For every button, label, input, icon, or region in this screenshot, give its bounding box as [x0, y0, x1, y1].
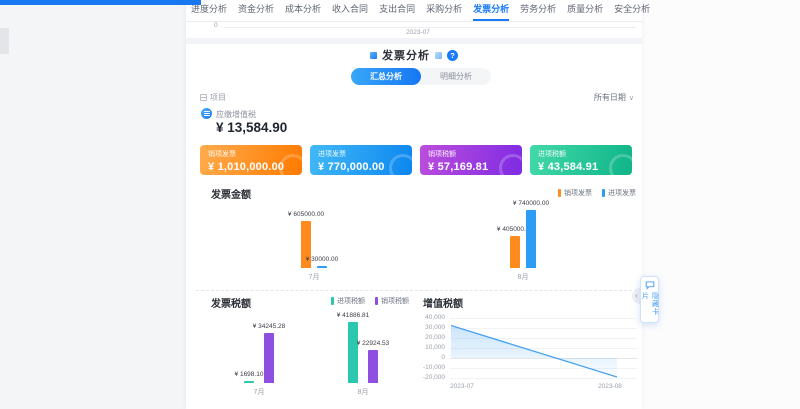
- page: 进度分析资金分析成本分析收入合同支出合同采购分析发票分析劳务分析质量分析安全分析…: [0, 0, 800, 409]
- legend-swatch: [558, 189, 561, 197]
- right-background: [642, 0, 800, 409]
- bar-value-label: ¥ 740000.00: [501, 200, 561, 207]
- bar-8月-销项税额: [368, 350, 378, 383]
- upper-chart-x-tick: 2023-07: [390, 29, 446, 36]
- legend-swatch: [602, 189, 605, 197]
- chat-bubble-icon: [645, 281, 655, 290]
- y-axis-tick-label: 40,000: [415, 314, 445, 321]
- vat-metric-icon: [201, 108, 212, 119]
- axis-tick-label: 7月: [239, 387, 279, 397]
- vat-area-chart: [449, 310, 619, 390]
- kpi-card-4: 进项税额 ¥ 43,584.91: [530, 145, 632, 175]
- kpi-card-2: 进项发票 ¥ 770,000.00: [310, 145, 412, 175]
- nav-tab-6[interactable]: 采购分析: [426, 0, 462, 21]
- page-title: 发票分析: [382, 47, 430, 63]
- legend-item[interactable]: 进项发票: [602, 188, 636, 198]
- y-axis-tick-label: -20,000: [415, 374, 445, 381]
- title-decor-icon: [370, 52, 377, 59]
- main-panel: 进度分析资金分析成本分析收入合同支出合同采购分析发票分析劳务分析质量分析安全分析…: [186, 0, 642, 409]
- legend-swatch: [375, 297, 378, 305]
- title-decor-icon: [435, 52, 442, 59]
- kpi-card-1: 销项发票 ¥ 1,010,000.00: [200, 145, 302, 175]
- kpi-cards: 销项发票 ¥ 1,010,000.00 进项发票 ¥ 770,000.00 销项税额 ¥ …: [186, 145, 642, 175]
- title-row: 发票分析 ?: [186, 48, 642, 62]
- floating-card-widget[interactable]: 隐藏卡片: [640, 276, 659, 323]
- y-axis-tick-label: 30,000: [415, 324, 445, 331]
- bar-8月-进项税额: [348, 322, 358, 383]
- bar-7月-进项发票: [317, 266, 327, 268]
- legend-label: 销项发票: [564, 188, 592, 198]
- nav-tab-7[interactable]: 发票分析: [473, 0, 509, 21]
- chart-title-vat: 增值税额: [423, 295, 463, 310]
- legend-invoice-amount: 销项发票 进项发票: [558, 188, 636, 198]
- legend-swatch: [331, 297, 334, 305]
- nav-tab-8[interactable]: 劳务分析: [520, 0, 556, 21]
- project-icon: [200, 94, 207, 101]
- y-axis-tick-label: 0: [415, 354, 445, 361]
- bar-value-label: ¥ 34245.28: [239, 323, 299, 330]
- legend-label: 进项发票: [608, 188, 636, 198]
- project-filter-label: 项目: [210, 92, 226, 103]
- bar-8月-进项发票: [526, 210, 536, 268]
- bar-value-label: ¥ 405000.00: [485, 226, 545, 233]
- nav-tab-5[interactable]: 支出合同: [379, 0, 415, 21]
- bar-value-label: ¥ 30000.00: [292, 256, 352, 263]
- project-filter[interactable]: 项目: [200, 92, 226, 103]
- nav-tab-3[interactable]: 成本分析: [285, 0, 321, 21]
- nav-tab-10[interactable]: 安全分析: [614, 0, 650, 21]
- kpi-card-label: 销项税额: [428, 149, 514, 159]
- date-filter-label: 所有日期: [594, 92, 626, 103]
- vat-metric-label: 应缴增值税: [216, 109, 256, 120]
- legend-item[interactable]: 销项发票: [558, 188, 592, 198]
- kpi-card-value: ¥ 1,010,000.00: [208, 161, 294, 173]
- y-axis-tick-label: 20,000: [415, 334, 445, 341]
- legend-label: 销项税额: [381, 296, 409, 306]
- nav-tab-2[interactable]: 资金分析: [238, 0, 274, 21]
- legend-item[interactable]: 进项税额: [331, 296, 365, 306]
- kpi-card-value: ¥ 770,000.00: [318, 161, 404, 173]
- legend-item[interactable]: 销项税额: [375, 296, 409, 306]
- section-divider-band: [186, 38, 642, 44]
- chart-title-invoice-tax: 发票税额: [211, 295, 251, 310]
- dashed-divider: [196, 290, 632, 291]
- upper-chart-zero-tick: 0: [214, 22, 218, 29]
- legend-invoice-tax: 进项税额 销项税额: [331, 296, 409, 306]
- bar-8月-销项发票: [510, 236, 520, 268]
- nav-tab-4[interactable]: 收入合同: [332, 0, 368, 21]
- help-icon[interactable]: ?: [447, 50, 458, 61]
- legend-label: 进项税额: [337, 296, 365, 306]
- y-axis-tick-label: -10,000: [415, 364, 445, 371]
- upper-chart-gridline: [224, 27, 636, 28]
- kpi-card-3: 销项税额 ¥ 57,169.81: [420, 145, 522, 175]
- view-tab-summary[interactable]: 汇总分析: [351, 68, 421, 85]
- axis-tick-label: 8月: [503, 272, 543, 282]
- floating-widget-label: 隐藏卡片: [640, 292, 660, 322]
- bar-7月-销项税额: [264, 333, 274, 383]
- kpi-card-value: ¥ 43,584.91: [538, 161, 624, 173]
- kpi-card-value: ¥ 57,169.81: [428, 161, 514, 173]
- view-switch: 汇总分析明细分析: [351, 68, 491, 85]
- axis-tick-label: 8月: [343, 387, 383, 397]
- y-axis-tick-label: 10,000: [415, 344, 445, 351]
- chevron-down-icon: ∨: [629, 94, 634, 102]
- bar-value-label: ¥ 41886.81: [323, 312, 383, 319]
- nav-tab-9[interactable]: 质量分析: [567, 0, 603, 21]
- chart-title-invoice-amount: 发票金额: [211, 186, 251, 201]
- date-filter[interactable]: 所有日期 ∨: [594, 92, 634, 103]
- axis-tick-label: 7月: [294, 272, 334, 282]
- left-scrollbar-stub[interactable]: [0, 28, 9, 54]
- kpi-card-label: 销项发票: [208, 149, 294, 159]
- kpi-card-label: 进项发票: [318, 149, 404, 159]
- bar-7月-进项税额: [244, 381, 254, 383]
- view-tab-detail[interactable]: 明细分析: [421, 68, 491, 85]
- kpi-card-label: 进项税额: [538, 149, 624, 159]
- top-blue-bar: [0, 0, 201, 5]
- bar-value-label: ¥ 22924.53: [343, 340, 403, 347]
- bar-value-label: ¥ 605000.00: [276, 211, 336, 218]
- nav-tabbar: 进度分析资金分析成本分析收入合同支出合同采购分析发票分析劳务分析质量分析安全分析: [186, 0, 642, 22]
- vat-metric-value: ¥ 13,584.90: [216, 120, 287, 135]
